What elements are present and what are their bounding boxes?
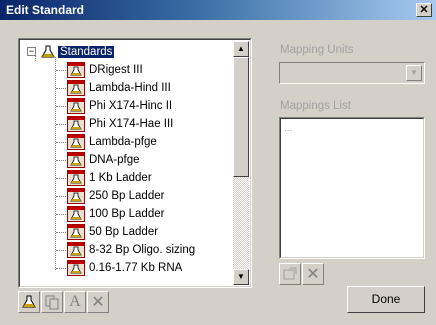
tree-line: [56, 178, 66, 179]
tree-line: [56, 268, 66, 269]
rename-button[interactable]: A: [64, 291, 86, 313]
tree-item[interactable]: DNA-pfge: [67, 151, 140, 168]
tree-item-label: 1 Kb Ladder: [89, 171, 152, 184]
delete-x-icon: ✕: [91, 294, 105, 311]
tree-item-label: 50 Bp Ladder: [89, 225, 159, 238]
standard-ladder-icon: [67, 169, 85, 186]
tree-line: [56, 106, 66, 107]
tree-item[interactable]: Phi X174-Hae III: [67, 115, 173, 132]
edit-mapping-icon: [283, 267, 297, 280]
tree-line: [56, 88, 66, 89]
collapse-icon[interactable]: −: [27, 47, 36, 56]
tree-item-label: 8-32 Bp Oligo. sizing: [89, 243, 196, 256]
flask-icon: [22, 295, 36, 308]
title-bar: Edit Standard ✕: [0, 0, 436, 20]
chevron-down-icon[interactable]: ▼: [406, 65, 422, 81]
tree-item-label: DNA-pfge: [89, 153, 140, 166]
tree-item[interactable]: 1 Kb Ladder: [67, 169, 152, 186]
standard-ladder-icon: [67, 115, 85, 132]
list-placeholder: ...: [284, 123, 293, 134]
tree-line: [56, 124, 66, 125]
tree-item[interactable]: 0.16-1.77 Kb RNA: [67, 259, 182, 276]
new-standard-button[interactable]: [18, 291, 40, 313]
tree-item-label: Phi X174-Hae III: [89, 117, 174, 130]
tree-item[interactable]: 250 Bp Ladder: [67, 187, 164, 204]
scroll-thumb[interactable]: [233, 57, 249, 177]
standard-ladder-icon: [67, 259, 85, 276]
tree-line: [56, 160, 66, 161]
tree-root[interactable]: − Standards: [27, 43, 115, 60]
window-title: Edit Standard: [6, 3, 85, 17]
tree-item-label: Lambda-pfge: [89, 135, 157, 148]
standard-ladder-icon: [67, 241, 85, 258]
standards-tree[interactable]: − Standards DRigest III Lambda-Hind III Ph…: [18, 38, 252, 288]
list-border: [280, 118, 424, 258]
copy-icon: [45, 295, 59, 310]
flask-icon: [41, 45, 55, 57]
standard-ladder-icon: [67, 61, 85, 78]
tree-item[interactable]: Lambda-Hind III: [67, 79, 171, 96]
tree-item[interactable]: 100 Bp Ladder: [67, 205, 164, 222]
text-a-icon: A: [69, 293, 81, 310]
standard-ladder-icon: [67, 187, 85, 204]
tree-line: [56, 232, 66, 233]
tree-item[interactable]: 50 Bp Ladder: [67, 223, 158, 240]
tree-item[interactable]: Lambda-pfge: [67, 133, 157, 150]
tree-item-label: Phi X174-Hinc II: [89, 99, 173, 112]
tree-item-label: 250 Bp Ladder: [89, 189, 165, 202]
scroll-down-button[interactable]: ▼: [233, 269, 249, 285]
standard-ladder-icon: [67, 79, 85, 96]
scroll-up-button[interactable]: ▲: [233, 41, 249, 57]
delete-x-icon: ✕: [306, 266, 320, 283]
mapping-units-label: Mapping Units: [280, 44, 354, 56]
tree-item[interactable]: DRigest III: [67, 61, 143, 78]
standard-ladder-icon: [67, 223, 85, 240]
copy-button[interactable]: [41, 291, 63, 313]
tree-item-label: 100 Bp Ladder: [89, 207, 165, 220]
tree-line: [56, 142, 66, 143]
tree-line: [56, 250, 66, 251]
tree-item[interactable]: 8-32 Bp Oligo. sizing: [67, 241, 195, 258]
tree-root-label: Standards: [58, 45, 115, 58]
tree-item-label: 0.16-1.77 Kb RNA: [89, 261, 183, 274]
tree-item-label: Lambda-Hind III: [89, 81, 171, 94]
tree-item[interactable]: Phi X174-Hinc II: [67, 97, 172, 114]
add-mapping-button[interactable]: [279, 263, 301, 285]
tree-content: − Standards DRigest III Lambda-Hind III Ph…: [21, 41, 233, 285]
tree-scrollbar[interactable]: ▲ ▼: [233, 41, 249, 285]
tree-item-label: DRigest III: [89, 63, 143, 76]
mappings-list-label: Mappings List: [280, 100, 351, 112]
standard-ladder-icon: [67, 133, 85, 150]
tree-line: [56, 70, 66, 71]
close-button[interactable]: ✕: [416, 3, 432, 17]
tree-line: [56, 214, 66, 215]
standard-ladder-icon: [67, 151, 85, 168]
standard-ladder-icon: [67, 205, 85, 222]
tree-line: [56, 196, 66, 197]
mappings-list[interactable]: ...: [279, 117, 425, 259]
mapping-units-select[interactable]: ▼: [279, 62, 425, 84]
delete-mapping-button[interactable]: ✕: [302, 263, 324, 285]
standard-ladder-icon: [67, 97, 85, 114]
delete-button[interactable]: ✕: [87, 291, 109, 313]
done-button[interactable]: Done: [347, 286, 425, 313]
